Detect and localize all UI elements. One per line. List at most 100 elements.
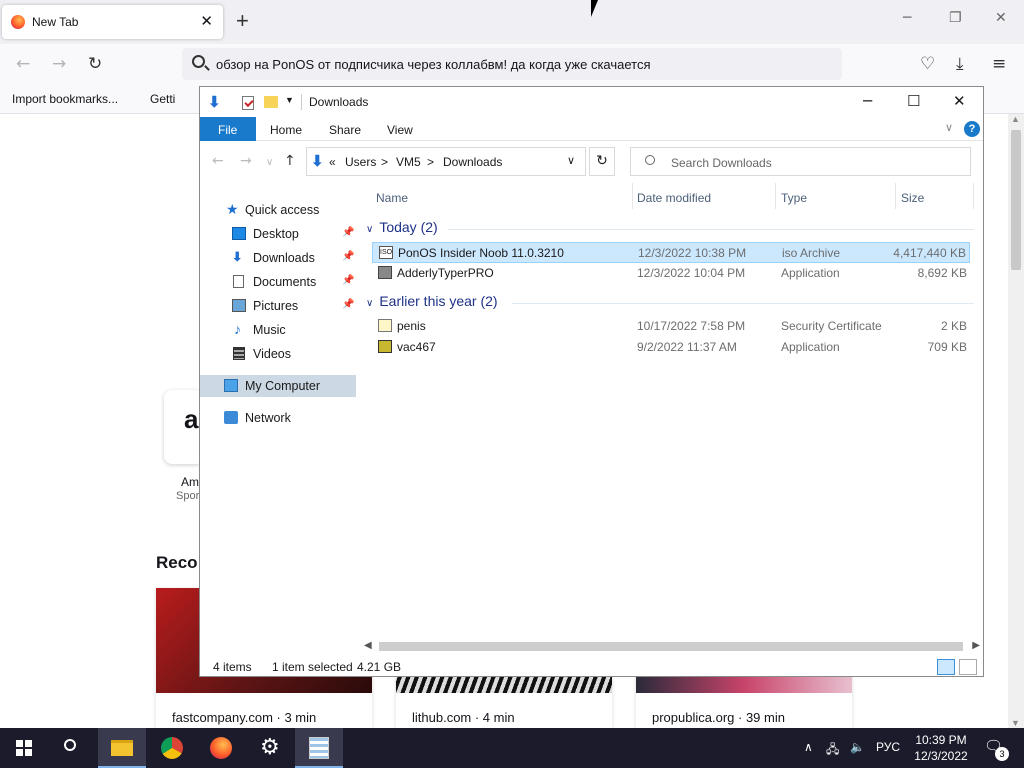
url-bar[interactable]: обзор на PonOS от подписчика через колла… (182, 48, 842, 80)
file-date: 9/2/2022 11:37 AM (637, 340, 737, 354)
getting-started-link[interactable]: Getti (150, 92, 175, 106)
ribbon: File Home Share View ∨ ? (200, 117, 983, 141)
close-window-button[interactable]: ✕ (995, 10, 1007, 26)
nav-pictures[interactable]: Pictures 📌 (200, 295, 356, 317)
group-header-today[interactable]: ∨ Today (2) (366, 219, 438, 235)
scroll-left-icon[interactable]: ◀ (364, 640, 372, 651)
horizontal-scrollbar[interactable]: ◀ ▶ (360, 638, 984, 656)
nav-label: Music (253, 323, 286, 337)
search-icon (192, 55, 205, 68)
show-hidden-icons[interactable]: ∧ (804, 740, 813, 754)
group-header-earlier[interactable]: ∨ Earlier this year (2) (366, 293, 498, 309)
downloads-icon: ⬇ (311, 153, 324, 170)
tab-file[interactable]: File (200, 117, 256, 141)
browser-tab[interactable]: New Tab ✕ (2, 5, 223, 39)
breadcrumb-sep[interactable]: > (381, 155, 388, 169)
file-row[interactable]: vac467 9/2/2022 11:37 AM Application 709… (372, 337, 970, 358)
column-type[interactable]: Type (781, 191, 807, 205)
browser-tab-bar: New Tab ✕ + ─ ❐ ✕ (0, 0, 1024, 44)
nav-downloads[interactable]: ⬇ Downloads 📌 (200, 247, 356, 269)
forward-button[interactable]: → (240, 153, 252, 169)
nav-quick-access[interactable]: ★ Quick access (200, 199, 356, 221)
language-indicator[interactable]: РУС (876, 740, 900, 754)
gear-icon: ⚙ (260, 734, 280, 759)
scroll-thumb[interactable] (379, 642, 963, 651)
taskbar-settings[interactable]: ⚙ (246, 728, 294, 768)
nav-network[interactable]: Network (200, 407, 356, 429)
divider[interactable] (775, 183, 776, 209)
details-view-button[interactable] (937, 659, 955, 675)
nav-documents[interactable]: Documents 📌 (200, 271, 356, 293)
url-text[interactable]: обзор на PonOS от подписчика через колла… (216, 57, 651, 72)
tab-home[interactable]: Home (270, 123, 302, 137)
file-row[interactable]: ISO PonOS Insider Noob 11.0.3210 12/3/20… (372, 242, 970, 263)
downloads-icon[interactable]: ⤓ (956, 54, 964, 74)
nav-desktop[interactable]: Desktop 📌 (200, 223, 356, 245)
file-row[interactable]: AdderlyTyperPRO 12/3/2022 10:04 PM Appli… (372, 263, 970, 284)
scroll-down-icon[interactable]: ▼ (1011, 718, 1020, 728)
column-size[interactable]: Size (901, 191, 924, 205)
downloads-icon: ⬇ (208, 94, 221, 111)
address-bar[interactable]: ⬇ « Users > VM5 > Downloads ∨ (306, 147, 586, 176)
tab-share[interactable]: Share (329, 123, 361, 137)
new-folder-icon[interactable] (264, 96, 278, 108)
file-row[interactable]: penis 10/17/2022 7:58 PM Security Certif… (372, 316, 970, 337)
reload-button[interactable]: ↻ (88, 54, 102, 74)
breadcrumb-sep[interactable]: > (427, 155, 434, 169)
nav-music[interactable]: ♪ Music (200, 319, 356, 341)
nav-videos[interactable]: Videos (200, 343, 356, 365)
column-name[interactable]: Name (376, 191, 408, 205)
pocket-icon[interactable]: ♡ (920, 54, 935, 74)
tab-view[interactable]: View (387, 123, 413, 137)
clock[interactable]: 10:39 PM 12/3/2022 (908, 732, 974, 764)
customize-toolbar-icon[interactable]: ▼ (285, 95, 294, 105)
menu-icon[interactable]: ≡ (992, 54, 1006, 74)
taskbar-notepad[interactable] (295, 728, 343, 768)
scroll-thumb[interactable] (1011, 130, 1021, 270)
recent-heading: Reco (156, 553, 198, 572)
scroll-up-icon[interactable]: ▲ (1011, 114, 1020, 124)
back-button[interactable]: ← (16, 54, 30, 74)
taskbar-chrome[interactable] (148, 728, 196, 768)
breadcrumb-downloads[interactable]: Downloads (443, 155, 502, 169)
divider[interactable] (895, 183, 896, 209)
search-button[interactable] (48, 728, 96, 768)
column-date[interactable]: Date modified (637, 191, 711, 205)
search-icon (645, 155, 655, 165)
divider[interactable] (973, 183, 974, 209)
file-date: 12/3/2022 10:04 PM (637, 266, 746, 280)
new-tab-button[interactable]: + (236, 9, 249, 33)
start-button[interactable] (0, 728, 48, 768)
minimize-button[interactable]: ─ (863, 92, 872, 110)
up-button[interactable]: ↑ (284, 153, 296, 169)
search-input[interactable]: Search Downloads (630, 147, 971, 176)
shortcut-amazon[interactable]: a (164, 390, 204, 464)
chevron-down-icon[interactable]: ∨ (567, 154, 575, 167)
taskbar-file-explorer[interactable] (98, 728, 146, 768)
divider[interactable] (632, 183, 633, 209)
pin-icon: 📌 (342, 275, 355, 286)
import-bookmarks-link[interactable]: Import bookmarks... (12, 92, 118, 106)
taskbar-firefox[interactable] (197, 728, 245, 768)
recent-locations-icon[interactable]: ∨ (266, 157, 273, 168)
breadcrumb-users[interactable]: Users (345, 155, 376, 169)
forward-button[interactable]: → (52, 54, 66, 74)
volume-icon[interactable]: 🔈 (850, 740, 865, 754)
network-icon[interactable]: 🖧 (826, 740, 839, 761)
back-button[interactable]: ← (212, 153, 224, 169)
large-icons-view-button[interactable] (959, 659, 977, 675)
expand-ribbon-icon[interactable]: ∨ (945, 121, 953, 134)
maximize-button[interactable]: ☐ (907, 92, 920, 110)
properties-icon[interactable] (242, 96, 254, 110)
file-explorer-window: ⬇ ▼ Downloads ─ ☐ ✕ File Home Share View… (199, 86, 984, 677)
scroll-right-icon[interactable]: ▶ (972, 640, 980, 651)
refresh-button[interactable]: ↻ (589, 147, 615, 176)
minimize-button[interactable]: ─ (903, 10, 911, 26)
nav-my-computer[interactable]: My Computer (200, 375, 356, 397)
close-button[interactable]: ✕ (953, 92, 966, 110)
close-tab-icon[interactable]: ✕ (200, 12, 213, 30)
page-scrollbar[interactable]: ▲ ▼ (1008, 114, 1024, 728)
restore-button[interactable]: ❐ (949, 10, 962, 26)
help-icon[interactable]: ? (964, 121, 980, 137)
breadcrumb-vm5[interactable]: VM5 (396, 155, 421, 169)
